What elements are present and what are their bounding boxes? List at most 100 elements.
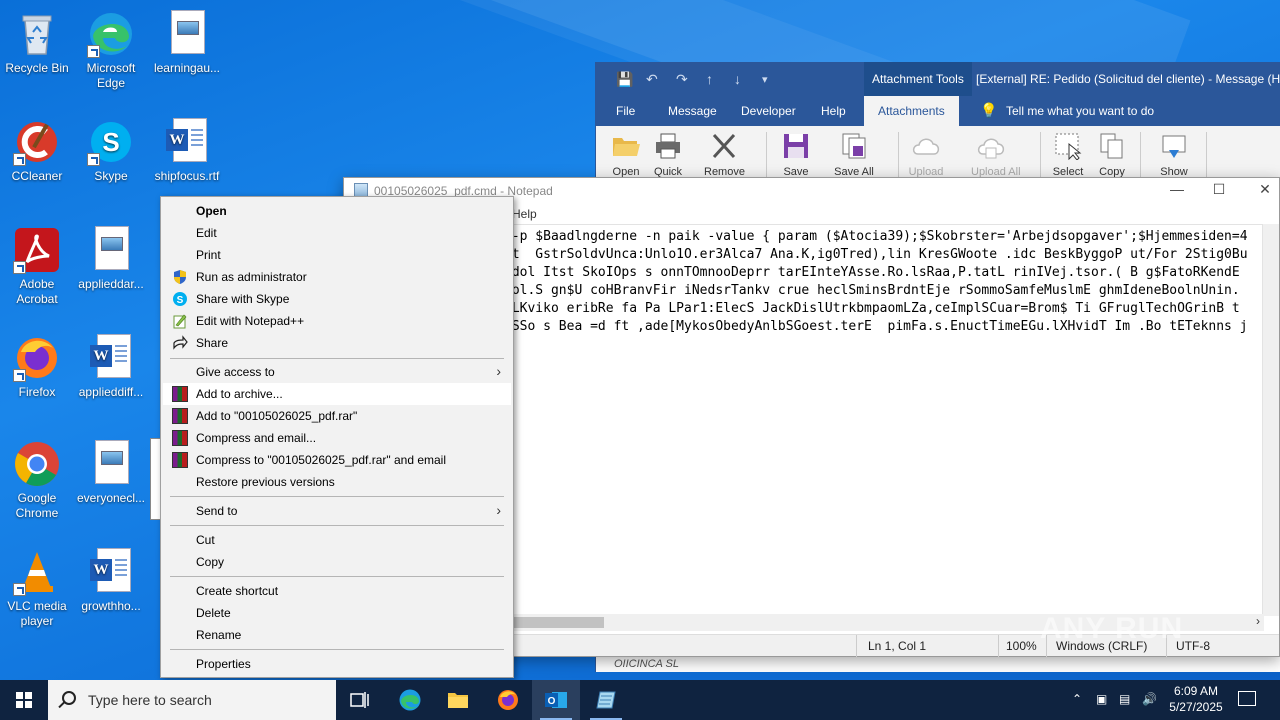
taskbar-outlook[interactable]: O [532,680,580,720]
save-disk-icon [781,132,811,160]
desktop-icon-recycle-bin[interactable]: Recycle Bin [0,4,74,100]
redo-icon[interactable]: ↷ [676,71,688,88]
minimize-icon[interactable]: — [1162,181,1192,197]
menu-separator [170,576,504,577]
tab-help[interactable]: Help [821,104,846,118]
menu-item-share[interactable]: Share [163,332,511,354]
menu-item-compress-to-rar-and-email[interactable]: Compress to "00105026025_pdf.rar" and em… [163,449,511,471]
chrome-icon [13,440,61,488]
customize-quick-access-icon[interactable]: ▾ [762,73,768,86]
start-button[interactable] [0,680,48,720]
maximize-icon[interactable]: ☐ [1204,181,1234,198]
firefox-icon [13,334,61,382]
vertical-scrollbar[interactable] [1262,224,1279,616]
taskbar-file-explorer[interactable] [434,680,482,720]
desktop-icon-firefox[interactable]: Firefox [0,328,74,424]
desktop-icon-vlc[interactable]: VLC media player [0,542,74,638]
menu-item-add-to-archive[interactable]: Add to archive... [163,383,511,405]
outlook-icon: O [545,692,567,708]
save-icon[interactable]: 💾 [616,71,633,88]
quick-print-button[interactable]: Quick [648,132,688,182]
taskbar-notepad[interactable] [582,680,630,720]
task-view-button[interactable] [336,680,384,720]
undo-icon[interactable]: ↶ [646,71,658,88]
taskbar-search-box[interactable]: Type here to search [48,680,336,720]
menu-item-add-to-rar[interactable]: Add to "00105026025_pdf.rar" [163,405,511,427]
menu-item-compress-and-email[interactable]: Compress and email... [163,427,511,449]
tab-attachments[interactable]: Attachments [864,96,959,126]
taskbar-firefox[interactable] [484,680,532,720]
desktop-icon-label: Skype [94,169,128,183]
tab-file[interactable]: File [616,104,635,118]
menu-item-properties[interactable]: Properties [163,653,511,675]
desktop-icon-label: shipfocus.rtf [154,169,220,183]
desktop-icon-label: applieddiff... [78,385,144,399]
notification-center-icon[interactable] [1238,691,1256,706]
winrar-icon [172,430,188,446]
menu-item-delete[interactable]: Delete [163,602,511,624]
menu-item-give-access-to[interactable]: Give access to › [163,361,511,383]
upload-all-button[interactable]: Upload All [971,132,1021,182]
menu-item-copy[interactable]: Copy [163,551,511,573]
desktop-icon-everyonecl[interactable]: everyonecl... [74,434,148,530]
clock-time: 6:09 AM [1173,684,1219,698]
menu-item-send-to[interactable]: Send to › [163,500,511,522]
tab-message[interactable]: Message [668,104,717,118]
menu-item-edit-with-notepadpp[interactable]: Edit with Notepad++ [163,310,511,332]
open-attachment-button[interactable]: Open [606,132,646,182]
menu-separator [170,358,504,359]
svg-text:S: S [177,295,184,306]
network-icon[interactable]: ▤ [1119,692,1130,706]
desktop-icon-applieddiff[interactable]: W applieddiff... [74,328,148,424]
winrar-icon [172,386,188,402]
close-icon[interactable]: ✕ [1250,181,1280,198]
search-icon [62,691,76,705]
menu-item-share-with-skype[interactable]: S Share with Skype [163,288,511,310]
select-all-button[interactable]: Select [1048,132,1088,182]
menu-item-run-as-administrator[interactable]: Run as administrator [163,266,511,288]
menu-separator [170,525,504,526]
tell-me-search[interactable]: Tell me what you want to do [1006,104,1154,118]
taskbar-clock[interactable]: 6:09 AM 5/27/2025 [1160,683,1232,715]
menu-item-rename[interactable]: Rename [163,624,511,646]
word-file-icon: W [87,334,135,382]
save-as-button[interactable]: Save [776,132,816,182]
copy-button[interactable]: Copy [1092,132,1132,182]
desktop-icon-applieddar[interactable]: applieddar... [74,220,148,316]
volume-icon[interactable]: 🔊 [1142,692,1157,706]
desktop-icon-adobe-acrobat[interactable]: Adobe Acrobat [0,220,74,316]
desktop-icon-ccleaner[interactable]: CCleaner [0,112,74,208]
save-all-attachments-button[interactable]: Save All [834,132,874,182]
text-line: Pol.S gn$U coHBranvFir iNedsrTankv crue … [504,283,1240,298]
desktop-icon-skype[interactable]: S Skype [74,112,148,208]
shortcut-arrow-icon [13,153,26,166]
menu-item-open[interactable]: Open [163,200,511,222]
menu-item-cut[interactable]: Cut [163,529,511,551]
scrollbar-thumb[interactable] [514,617,604,628]
tab-developer[interactable]: Developer [741,104,796,118]
menu-item-print[interactable]: Print [163,244,511,266]
desktop-icon-shipfocus[interactable]: W shipfocus.rtf [150,112,224,208]
search-placeholder: Type here to search [88,692,212,708]
outlook-ribbon-tabs: File Message Developer Help Attachments … [596,96,1280,126]
show-hidden-icons-chevron[interactable]: ⌃ [1072,692,1082,706]
show-message-button[interactable]: Show [1154,132,1194,182]
remove-attachment-button[interactable]: Remove [704,132,745,182]
menu-help[interactable]: Help [512,207,537,221]
upload-button[interactable]: Upload [906,132,946,182]
menu-item-restore-previous-versions[interactable]: Restore previous versions [163,471,511,493]
desktop-icon-microsoft-edge[interactable]: Microsoft Edge [74,4,148,100]
menu-item-create-shortcut[interactable]: Create shortcut [163,580,511,602]
desktop-icon-growthho[interactable]: W growthho... [74,542,148,638]
taskbar: Type here to search O ⌃ ▣ ▤ 🔊 6:09 AM 5/… [0,680,1280,720]
down-arrow-icon[interactable]: ↓ [734,71,741,87]
text-line: SSo s Bea =d ft ,ade[MykosObedyAnlbSGoes… [504,319,1248,334]
notepadpp-icon [172,313,188,329]
scroll-right-icon[interactable]: › [1256,614,1260,628]
up-arrow-icon[interactable]: ↑ [706,71,713,87]
desktop-icon-google-chrome[interactable]: Google Chrome [0,434,74,530]
menu-item-edit[interactable]: Edit [163,222,511,244]
taskbar-edge[interactable] [386,680,434,720]
desktop-icon-learningau[interactable]: learningau... [150,4,224,100]
device-icon[interactable]: ▣ [1096,692,1107,706]
